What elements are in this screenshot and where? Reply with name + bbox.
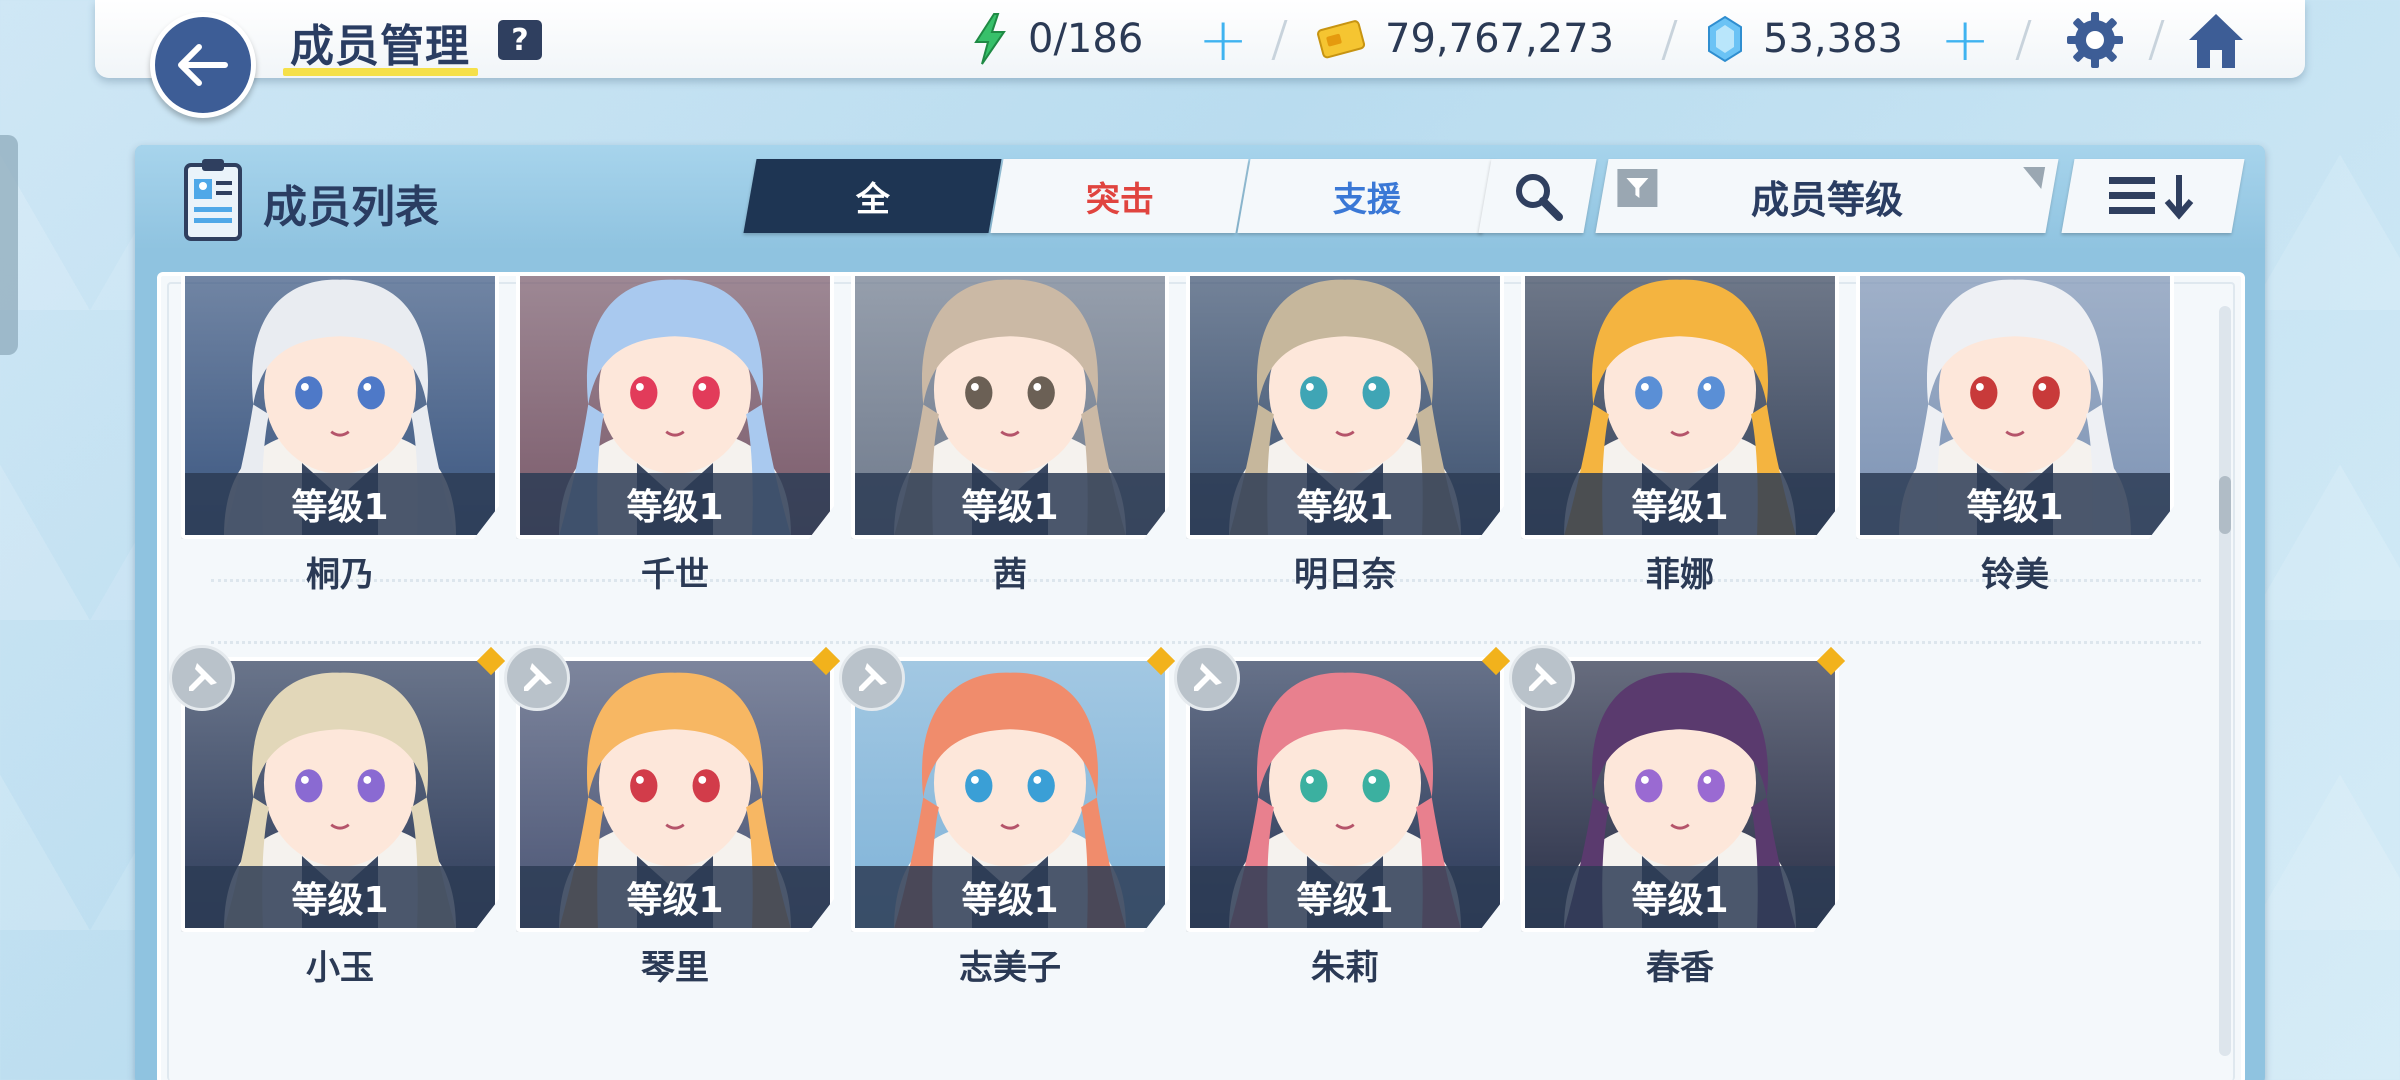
- student-card[interactable]: 等级1 志美子: [839, 645, 1176, 997]
- credit-value: 79,767,273: [1385, 16, 1615, 62]
- credit-counter: 79,767,273: [1317, 14, 1614, 64]
- roster-card-icon: [184, 159, 242, 241]
- student-portrait: 等级1: [851, 657, 1169, 932]
- student-card[interactable]: 等级1 千世: [516, 276, 834, 604]
- level-label: 等级1: [1190, 473, 1500, 535]
- tab-special[interactable]: 支援: [1237, 159, 1496, 233]
- back-button[interactable]: [150, 12, 256, 118]
- pin-icon[interactable]: [839, 645, 905, 711]
- title-underline: [283, 68, 478, 76]
- gem-counter: 53,383: [1705, 14, 1903, 64]
- level-label: 等级1: [520, 473, 830, 535]
- add-ap-button[interactable]: +: [1198, 10, 1248, 70]
- student-name: 千世: [641, 555, 709, 595]
- home-icon[interactable]: [2185, 10, 2247, 72]
- student-card[interactable]: 等级1 春香: [1509, 645, 1846, 997]
- help-button[interactable]: ?: [498, 20, 542, 60]
- student-name: 明日奈: [1294, 555, 1396, 595]
- scrollbar-thumb[interactable]: [2219, 476, 2231, 534]
- row-divider: [211, 641, 2201, 644]
- student-portrait: 等级1: [1521, 276, 1839, 539]
- level-label: 等级1: [185, 866, 495, 928]
- student-portrait: 等级1: [1186, 657, 1504, 932]
- student-name: 茜: [993, 555, 1027, 595]
- sort-label: 成员等级: [1750, 177, 1903, 222]
- arrow-left-icon: [178, 44, 228, 86]
- student-card[interactable]: 等级1 桐乃: [181, 276, 499, 604]
- level-label: 等级1: [1190, 866, 1500, 928]
- student-name: 小玉: [306, 948, 374, 988]
- filter-tabs: 全 突击 支援: [743, 159, 1496, 233]
- tab-special-label: 支援: [1332, 179, 1401, 220]
- student-name: 菲娜: [1646, 555, 1714, 595]
- student-portrait: 等级1: [181, 276, 499, 539]
- student-portrait: 等级1: [1856, 276, 2174, 539]
- student-portrait: 等级1: [851, 276, 1169, 539]
- student-name: 铃美: [1981, 555, 2049, 595]
- pin-icon[interactable]: [169, 645, 235, 711]
- pin-icon[interactable]: [504, 645, 570, 711]
- level-label: 等级1: [855, 866, 1165, 928]
- student-card[interactable]: 等级1 菲娜: [1521, 276, 1839, 604]
- student-card[interactable]: 等级1 铃美: [1856, 276, 2174, 604]
- student-name: 琴里: [641, 948, 709, 988]
- scrollbar[interactable]: [2219, 306, 2231, 1056]
- lightning-icon: [974, 13, 1006, 65]
- settings-gear-icon[interactable]: [2065, 10, 2125, 70]
- student-portrait: 等级1: [516, 276, 834, 539]
- tab-striker-label: 突击: [1085, 179, 1154, 220]
- student-portrait: 等级1: [1186, 276, 1504, 539]
- sort-descending-icon: [2109, 175, 2194, 220]
- student-card[interactable]: 等级1 茜: [851, 276, 1169, 604]
- gem-value: 53,383: [1763, 16, 1903, 62]
- tab-striker[interactable]: 突击: [990, 159, 1249, 233]
- level-label: 等级1: [1525, 473, 1835, 535]
- student-portrait: 等级1: [516, 657, 834, 932]
- student-name: 春香: [1646, 948, 1714, 988]
- ap-counter: 0/186: [970, 13, 1144, 65]
- level-label: 等级1: [1860, 473, 2170, 535]
- student-portrait: 等级1: [1521, 657, 1839, 932]
- pin-icon[interactable]: [1174, 645, 1240, 711]
- level-label: 等级1: [1525, 866, 1835, 928]
- search-button[interactable]: [1478, 159, 1597, 233]
- student-name: 志美子: [959, 948, 1061, 988]
- student-portrait: 等级1: [181, 657, 499, 932]
- page-title: 成员管理: [290, 21, 470, 72]
- search-icon: [1515, 174, 1563, 221]
- student-card[interactable]: 等级1 朱莉: [1174, 645, 1511, 997]
- student-card[interactable]: 等级1 小玉: [169, 645, 506, 997]
- student-name: 朱莉: [1311, 948, 1379, 988]
- pyroxene-gem-icon: [1708, 15, 1742, 63]
- student-list-panel: 成员列表 全 突击 支援 成员等级 等级1 桐乃 等级1 千世 等级1 茜 等级…: [135, 145, 2265, 1080]
- tab-all-label: 全: [855, 179, 890, 220]
- student-name: 桐乃: [306, 555, 374, 595]
- level-label: 等级1: [185, 473, 495, 535]
- tab-all[interactable]: 全: [743, 159, 1002, 233]
- level-label: 等级1: [520, 866, 830, 928]
- sort-dropdown[interactable]: 成员等级: [1595, 159, 2059, 233]
- level-label: 等级1: [855, 473, 1165, 535]
- ap-value: 0/186: [1028, 16, 1144, 62]
- dropdown-corner-icon: [2019, 167, 2046, 189]
- pin-icon[interactable]: [1509, 645, 1575, 711]
- side-drawer-handle[interactable]: [0, 135, 18, 355]
- add-gem-button[interactable]: +: [1940, 10, 1990, 70]
- student-card[interactable]: 等级1 琴里: [504, 645, 841, 997]
- list-title: 成员列表: [263, 182, 439, 233]
- credit-card-icon: [1317, 20, 1366, 59]
- sort-order-button[interactable]: [2061, 159, 2245, 233]
- student-card[interactable]: 等级1 明日奈: [1186, 276, 1504, 604]
- student-grid[interactable]: 等级1 桐乃 等级1 千世 等级1 茜 等级1 明日奈 等级1 菲娜 等级1 铃…: [157, 272, 2245, 1080]
